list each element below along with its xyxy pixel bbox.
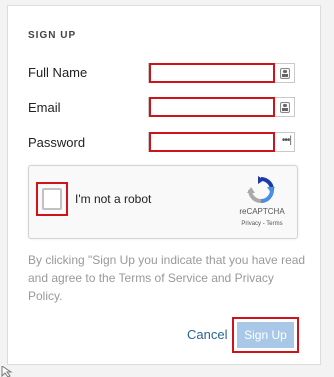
full-name-label: Full Name: [28, 65, 88, 80]
captcha-checkbox-highlight: [36, 182, 68, 216]
captcha-checkbox[interactable]: [42, 188, 62, 210]
email-field[interactable]: [148, 97, 295, 117]
email-highlight: [149, 97, 275, 117]
captcha-checkbox-label: I'm not a robot: [75, 192, 152, 206]
mouse-cursor-icon: [1, 366, 13, 377]
signup-button[interactable]: Sign Up: [237, 322, 294, 348]
password-highlight: [149, 132, 275, 152]
password-label: Password: [28, 135, 86, 150]
terms-disclaimer: By clicking "Sign Up you indicate that y…: [28, 253, 306, 303]
recaptcha-logo-icon: [247, 176, 275, 203]
full-name-field[interactable]: [148, 63, 295, 83]
cancel-button[interactable]: Cancel: [187, 327, 227, 342]
signup-card: SIGN UP Full Name Email Password •••| I'…: [7, 5, 321, 365]
email-label: Email: [28, 100, 61, 115]
password-field[interactable]: •••|: [148, 132, 295, 152]
recaptcha-brand: reCAPTCHA: [239, 207, 285, 216]
signup-button-highlight: Sign Up: [232, 317, 299, 353]
contact-card-icon[interactable]: [280, 68, 290, 79]
recaptcha-widget: I'm not a robot reCAPTCHA Privacy - Term…: [28, 165, 298, 239]
password-dots-icon[interactable]: •••|: [282, 135, 292, 146]
contact-card-icon[interactable]: [280, 102, 290, 113]
recaptcha-terms-link[interactable]: Privacy - Terms: [233, 221, 291, 227]
form-heading: SIGN UP: [28, 30, 77, 41]
full-name-highlight: [149, 63, 275, 83]
